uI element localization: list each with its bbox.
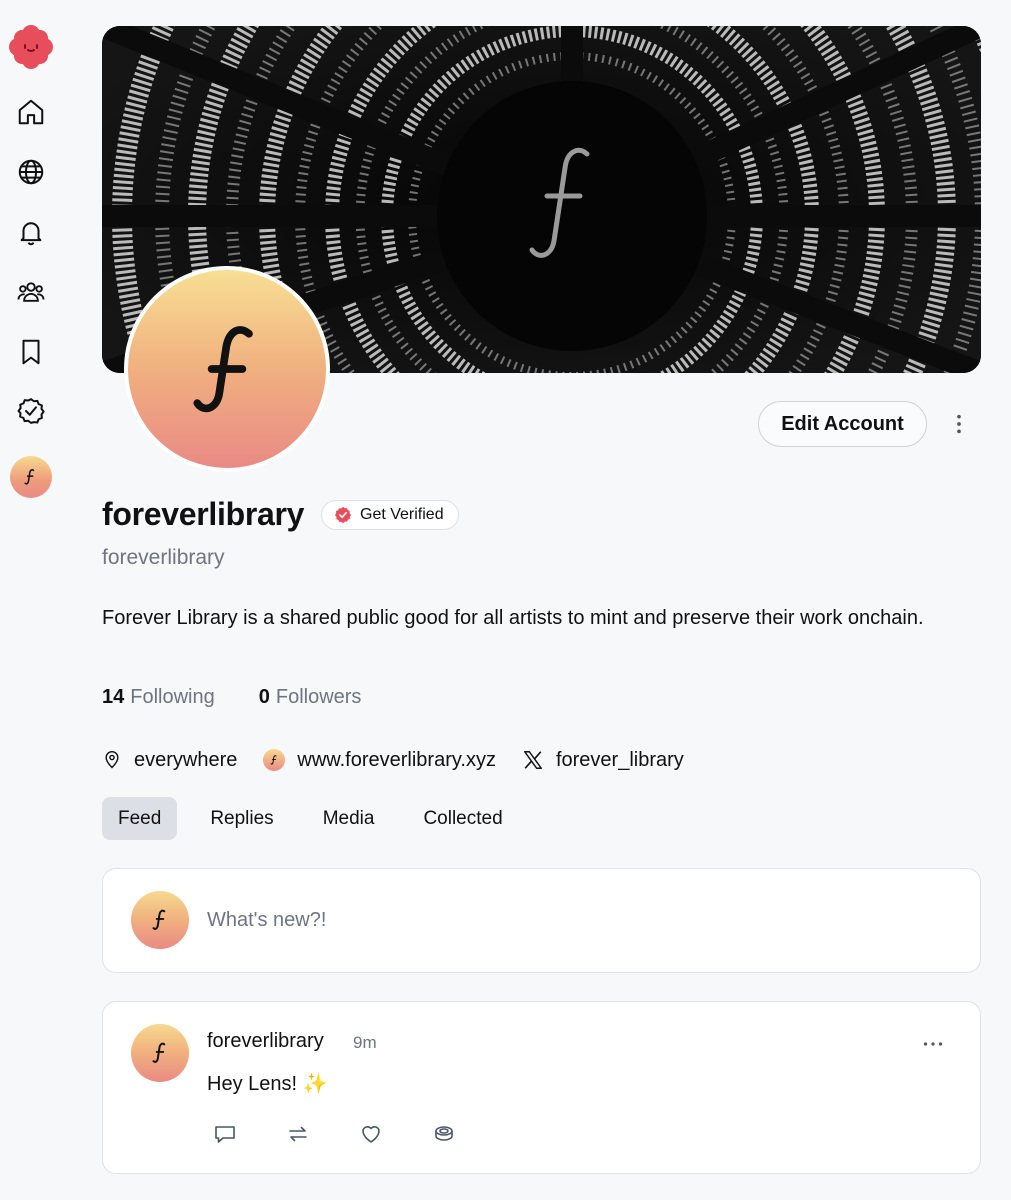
- users-icon[interactable]: [13, 274, 49, 310]
- profile-bio: Forever Library is a shared public good …: [102, 607, 924, 629]
- forever-logo-icon: [24, 469, 35, 485]
- edit-account-button[interactable]: Edit Account: [758, 401, 927, 447]
- following-stat[interactable]: 14 Following: [102, 686, 215, 709]
- globe-icon[interactable]: [13, 154, 49, 190]
- forever-logo-icon: [193, 326, 253, 413]
- app-logo-icon[interactable]: [8, 24, 54, 70]
- tab-feed[interactable]: Feed: [102, 797, 178, 840]
- followers-label: Followers: [275, 686, 362, 708]
- new-post-composer[interactable]: What's new?!: [102, 868, 981, 973]
- profile-links: everywhere www.foreverlibrary.xyz foreve…: [102, 744, 710, 776]
- collect-icon[interactable]: [432, 1122, 456, 1146]
- tab-replies[interactable]: Replies: [194, 797, 289, 840]
- composer-placeholder[interactable]: What's new?!: [207, 909, 326, 932]
- location-text: everywhere: [134, 748, 238, 771]
- profile-display-name: foreverlibrary: [102, 496, 305, 532]
- following-count: 14: [102, 686, 125, 708]
- followers-stat[interactable]: 0 Followers: [259, 686, 362, 709]
- x-handle-text: forever_library: [555, 748, 684, 771]
- location-pin-icon: [105, 750, 119, 769]
- post-timestamp: 9m: [353, 1033, 377, 1052]
- comment-icon[interactable]: [213, 1122, 237, 1146]
- post-author-name[interactable]: foreverlibrary: [207, 1030, 324, 1053]
- post-text: Hey Lens! ✨: [207, 1073, 328, 1095]
- get-verified-button[interactable]: Get Verified: [321, 500, 459, 530]
- verified-check-icon[interactable]: [13, 393, 49, 429]
- post-more-icon[interactable]: [921, 1032, 945, 1056]
- website-favicon-icon: [263, 749, 286, 771]
- following-label: Following: [130, 686, 215, 708]
- bell-icon[interactable]: [13, 214, 49, 250]
- post-actions: [213, 1122, 456, 1146]
- profile-stats: 14 Following 0 Followers: [102, 686, 361, 709]
- profile-tabs: Feed Replies Media Collected: [102, 797, 536, 840]
- verified-badge-icon: [334, 506, 352, 524]
- tab-collected[interactable]: Collected: [407, 797, 518, 840]
- get-verified-label: Get Verified: [360, 506, 444, 523]
- composer-avatar: [131, 891, 189, 949]
- home-icon[interactable]: [13, 94, 49, 130]
- website-text: www.foreverlibrary.xyz: [297, 748, 496, 771]
- profile-avatar[interactable]: [10, 456, 52, 498]
- profile-avatar-large: [124, 266, 330, 472]
- website-link[interactable]: www.foreverlibrary.xyz: [263, 749, 496, 772]
- more-options-icon[interactable]: [948, 410, 970, 438]
- x-logo-icon: [523, 751, 542, 769]
- sidebar: [0, 0, 62, 1200]
- profile-handle: foreverlibrary: [102, 546, 225, 569]
- x-link[interactable]: forever_library: [522, 749, 684, 772]
- post-card: foreverlibrary 9m Hey Lens! ✨: [102, 1001, 981, 1174]
- repost-icon[interactable]: [286, 1122, 310, 1146]
- like-icon[interactable]: [359, 1122, 383, 1146]
- bookmark-icon[interactable]: [13, 334, 49, 370]
- post-author-avatar[interactable]: [131, 1024, 189, 1082]
- followers-count: 0: [258, 686, 270, 708]
- tab-media[interactable]: Media: [307, 797, 391, 840]
- location-item: everywhere: [102, 749, 237, 772]
